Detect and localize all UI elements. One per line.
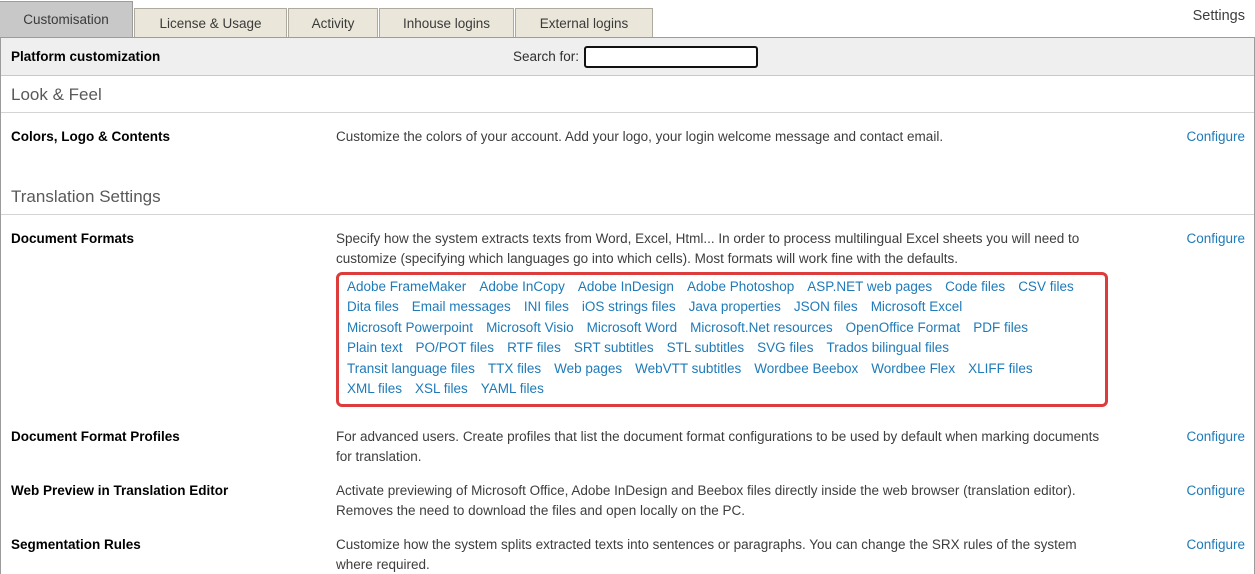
format-link[interactable]: ASP.NET web pages: [807, 277, 932, 298]
format-link[interactable]: Microsoft.Net resources: [690, 318, 833, 339]
row-document-format-profiles: Document Format Profiles For advanced us…: [1, 407, 1254, 468]
format-link[interactable]: Code files: [945, 277, 1005, 298]
format-link[interactable]: Plain text: [347, 338, 403, 359]
search-group: Search for:: [513, 38, 758, 75]
platform-customization-header: Platform customization Search for:: [1, 38, 1254, 76]
format-link[interactable]: Microsoft Visio: [486, 318, 574, 339]
section-look-and-feel: Look & Feel: [1, 76, 1254, 113]
row-segmentation-rules: Segmentation Rules Customize how the sys…: [1, 522, 1254, 574]
page-title: Platform customization: [1, 49, 160, 64]
row-label: Web Preview in Translation Editor: [1, 481, 336, 522]
tab-inhouse-logins[interactable]: Inhouse logins: [379, 8, 514, 37]
settings-label: Settings: [1193, 8, 1255, 30]
format-link[interactable]: Transit language files: [347, 359, 475, 380]
format-link[interactable]: Web pages: [554, 359, 622, 380]
configure-link-document-formats[interactable]: Configure: [1186, 231, 1245, 246]
row-document-formats: Document Formats Specify how the system …: [1, 215, 1254, 407]
row-description: Customize the colors of your account. Ad…: [336, 127, 1101, 148]
format-link[interactable]: Dita files: [347, 297, 399, 318]
format-link[interactable]: Adobe Photoshop: [687, 277, 794, 298]
row-label: Document Formats: [1, 229, 336, 407]
format-link[interactable]: Microsoft Powerpoint: [347, 318, 473, 339]
tab-customisation[interactable]: Customisation: [0, 1, 133, 37]
row-web-preview: Web Preview in Translation Editor Activa…: [1, 468, 1254, 522]
format-link[interactable]: Java properties: [689, 297, 781, 318]
search-input[interactable]: [584, 46, 758, 68]
format-link[interactable]: CSV files: [1018, 277, 1074, 298]
format-link[interactable]: Adobe FrameMaker: [347, 277, 466, 298]
format-link[interactable]: WebVTT subtitles: [635, 359, 741, 380]
format-link[interactable]: TTX files: [488, 359, 541, 380]
configure-link-segmentation[interactable]: Configure: [1186, 537, 1245, 552]
tab-license-usage[interactable]: License & Usage: [134, 8, 287, 37]
format-link[interactable]: SVG files: [757, 338, 813, 359]
row-description: For advanced users. Create profiles that…: [336, 427, 1101, 468]
settings-panel: Platform customization Search for: Look …: [0, 37, 1255, 574]
format-link[interactable]: SRT subtitles: [574, 338, 654, 359]
format-link[interactable]: XSL files: [415, 379, 468, 400]
format-link[interactable]: Adobe InCopy: [479, 277, 565, 298]
configure-link-format-profiles[interactable]: Configure: [1186, 429, 1245, 444]
format-link[interactable]: JSON files: [794, 297, 858, 318]
format-link[interactable]: Microsoft Word: [587, 318, 678, 339]
configure-link-web-preview[interactable]: Configure: [1186, 483, 1245, 498]
format-link[interactable]: Microsoft Excel: [871, 297, 963, 318]
row-label: Colors, Logo & Contents: [1, 127, 336, 148]
format-link[interactable]: Email messages: [412, 297, 511, 318]
configure-link-colors[interactable]: Configure: [1186, 129, 1245, 144]
format-link[interactable]: XLIFF files: [968, 359, 1033, 380]
format-link[interactable]: YAML files: [481, 379, 544, 400]
format-link[interactable]: XML files: [347, 379, 402, 400]
format-link[interactable]: RTF files: [507, 338, 561, 359]
tab-activity[interactable]: Activity: [288, 8, 378, 37]
section-translation-settings: Translation Settings: [1, 178, 1254, 215]
row-label: Segmentation Rules: [1, 535, 336, 574]
tab-bar: Customisation License & Usage Activity I…: [0, 0, 1255, 37]
format-link[interactable]: OpenOffice Format: [846, 318, 961, 339]
search-label: Search for:: [513, 49, 579, 64]
format-link[interactable]: Wordbee Flex: [871, 359, 955, 380]
format-link[interactable]: iOS strings files: [582, 297, 676, 318]
row-colors-logo-contents: Colors, Logo & Contents Customize the co…: [1, 113, 1254, 148]
tab-external-logins[interactable]: External logins: [515, 8, 653, 37]
format-links-highlight-box: Adobe FrameMaker Adobe InCopy Adobe InDesi…: [336, 272, 1108, 407]
format-link[interactable]: PDF files: [973, 318, 1028, 339]
format-link[interactable]: Adobe InDesign: [578, 277, 674, 298]
row-description: Activate previewing of Microsoft Office,…: [336, 481, 1101, 522]
format-link[interactable]: INI files: [524, 297, 569, 318]
row-label: Document Format Profiles: [1, 427, 336, 468]
format-link[interactable]: PO/POT files: [416, 338, 495, 359]
row-description: Specify how the system extracts texts fr…: [336, 229, 1101, 270]
format-link[interactable]: Wordbee Beebox: [754, 359, 858, 380]
format-link[interactable]: Trados bilingual files: [826, 338, 949, 359]
row-description: Customize how the system splits extracte…: [336, 535, 1101, 574]
format-link[interactable]: STL subtitles: [667, 338, 745, 359]
